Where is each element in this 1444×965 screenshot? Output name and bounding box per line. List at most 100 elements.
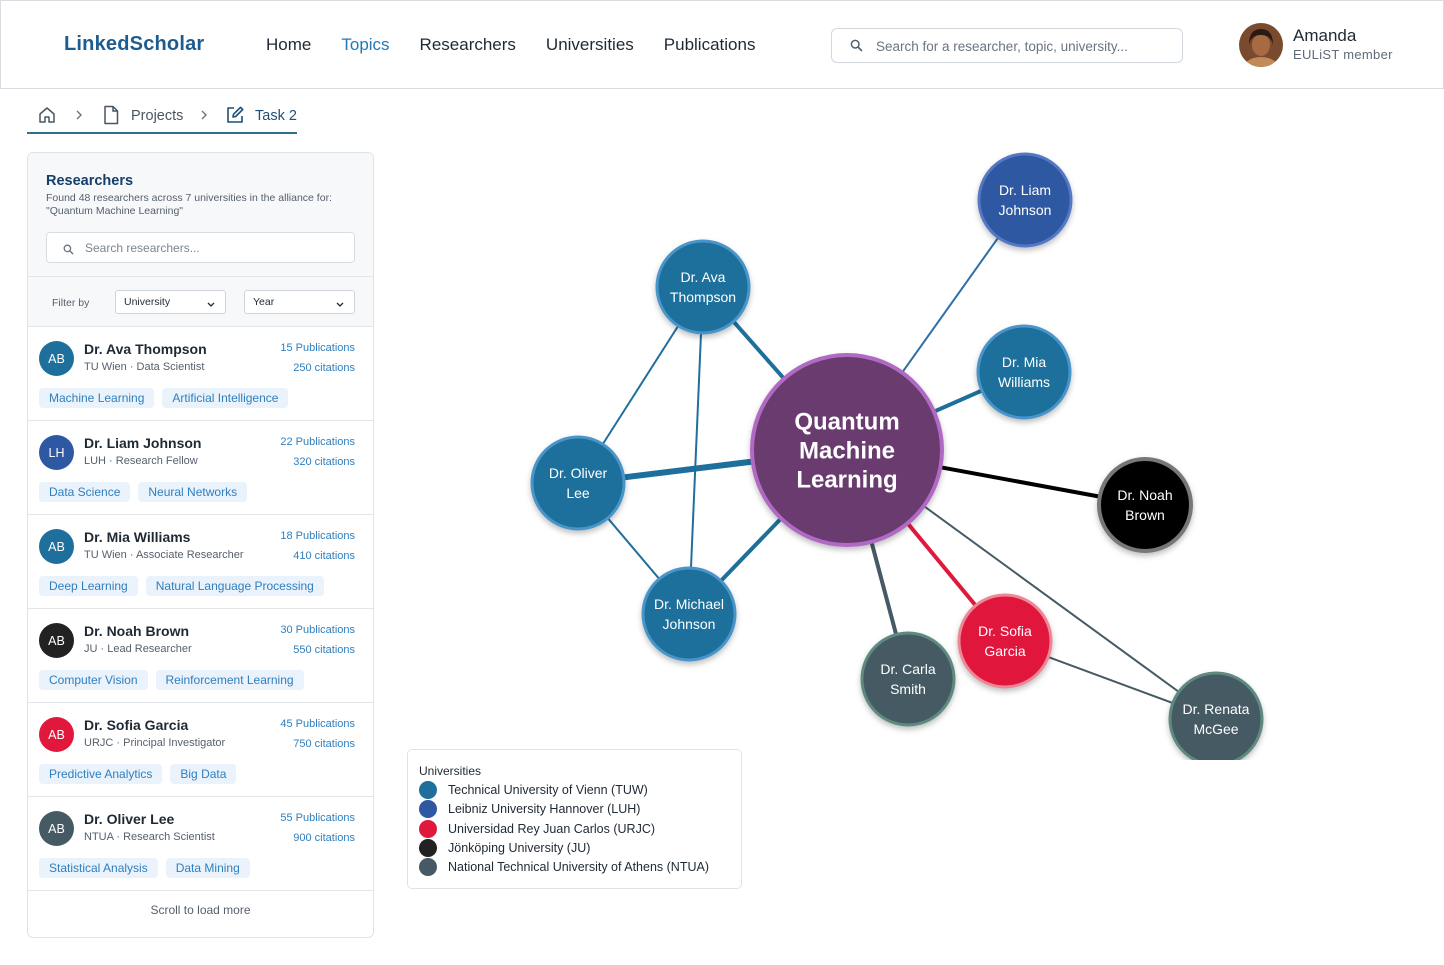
researcher-name[interactable]: Dr. Mia Williams [84, 529, 190, 545]
tag-list: Machine Learning Artificial Intelligence [39, 388, 289, 408]
university-select[interactable]: University [115, 290, 226, 314]
legend-item: Technical University of Vienn (TUW) [419, 781, 648, 799]
list-item[interactable]: AB Dr. Ava Thompson TU Wien · Data Scien… [28, 327, 373, 421]
topic-tag[interactable]: Neural Networks [138, 482, 248, 502]
topic-tag[interactable]: Data Science [39, 482, 131, 502]
node-label: Dr. Ava [681, 269, 726, 285]
citations-count[interactable]: 250 citations [293, 362, 355, 374]
global-search[interactable] [831, 28, 1183, 63]
researcher-node-renata[interactable]: Dr. Renata McGee [1168, 671, 1264, 760]
publications-count[interactable]: 45 Publications [280, 718, 355, 730]
researcher-node-noah[interactable]: Dr. Noah Brown [1097, 457, 1193, 553]
researcher-name[interactable]: Dr. Noah Brown [84, 623, 189, 639]
year-select[interactable]: Year [244, 290, 355, 314]
citations-count[interactable]: 410 citations [293, 550, 355, 562]
university-select-value: University [124, 296, 171, 308]
list-item[interactable]: AB Dr. Noah Brown JU · Lead Researcher 3… [28, 609, 373, 703]
topic-tag[interactable]: Statistical Analysis [39, 858, 158, 878]
node-circle [957, 593, 1053, 689]
legend-label: Leibniz University Hannover (LUH) [448, 802, 641, 816]
citations-count[interactable]: 550 citations [293, 644, 355, 656]
chevron-down-icon [207, 299, 215, 311]
search-icon [63, 242, 74, 260]
citations-count[interactable]: 900 citations [293, 832, 355, 844]
filter-label: Filter by [52, 297, 90, 309]
topic-tag[interactable]: Computer Vision [39, 670, 148, 690]
node-circle [641, 566, 737, 662]
researcher-node-oliver[interactable]: Dr. Oliver Lee [530, 435, 626, 531]
citations-count[interactable]: 750 citations [293, 738, 355, 750]
publications-count[interactable]: 22 Publications [280, 436, 355, 448]
app-logo[interactable]: LinkedScholar [64, 33, 204, 56]
nav-home[interactable]: Home [266, 35, 311, 55]
nav-publications[interactable]: Publications [664, 35, 756, 55]
node-label: Quantum [794, 408, 899, 435]
user-avatar[interactable] [1239, 23, 1283, 67]
breadcrumb-projects[interactable]: Projects [131, 108, 183, 124]
list-item[interactable]: AB Dr. Mia Williams TU Wien · Associate … [28, 515, 373, 609]
researcher-name[interactable]: Dr. Sofia Garcia [84, 717, 188, 733]
publications-count[interactable]: 18 Publications [280, 530, 355, 542]
researcher-node-michael[interactable]: Dr. Michael Johnson [641, 566, 737, 662]
publications-count[interactable]: 15 Publications [280, 342, 355, 354]
breadcrumb: Projects Task 2 [27, 100, 297, 134]
node-label: Dr. Renata [1183, 701, 1250, 717]
avatar: AB [39, 623, 74, 658]
topic-tag[interactable]: Artificial Intelligence [162, 388, 289, 408]
node-label: Johnson [999, 202, 1052, 218]
researcher-name[interactable]: Dr. Liam Johnson [84, 435, 201, 451]
global-search-input[interactable] [876, 36, 1171, 56]
node-label: Smith [890, 681, 926, 697]
tag-list: Computer Vision Reinforcement Learning [39, 670, 304, 690]
tag-list: Deep Learning Natural Language Processin… [39, 576, 324, 596]
nav-researchers[interactable]: Researchers [420, 35, 516, 55]
home-icon[interactable] [37, 105, 57, 130]
researcher-search[interactable] [46, 232, 355, 263]
university-legend: Universities Technical University of Vie… [407, 749, 742, 889]
topic-tag[interactable]: Predictive Analytics [39, 764, 163, 784]
researcher-node-sofia[interactable]: Dr. Sofia Garcia [957, 593, 1053, 689]
top-header: LinkedScholar Home Topics Researchers Un… [0, 0, 1444, 89]
legend-item: Jönköping University (JU) [419, 839, 590, 857]
node-circle [977, 152, 1073, 248]
topic-tag[interactable]: Data Mining [165, 858, 250, 878]
researcher-affiliation: NTUA · Research Scientist [84, 831, 215, 843]
legend-color-swatch [419, 858, 437, 876]
legend-label: Jönköping University (JU) [448, 841, 591, 855]
legend-item: National Technical University of Athens … [419, 858, 709, 876]
breadcrumb-task[interactable]: Task 2 [255, 108, 297, 124]
legend-color-swatch [419, 781, 437, 799]
topic-tag[interactable]: Big Data [170, 764, 237, 784]
publications-count[interactable]: 55 Publications [280, 812, 355, 824]
list-item[interactable]: LH Dr. Liam Johnson LUH · Research Fello… [28, 421, 373, 515]
list-item[interactable]: AB Dr. Sofia Garcia URJC · Principal Inv… [28, 703, 373, 797]
topic-tag[interactable]: Deep Learning [39, 576, 138, 596]
researcher-node-ava[interactable]: Dr. Ava Thompson [655, 239, 751, 335]
node-label: Dr. Oliver [549, 465, 608, 481]
topic-network-graph[interactable]: Dr. Ava Thompson Dr. Liam Johnson Dr. Mia Wil… [390, 140, 1430, 760]
nav-universities[interactable]: Universities [546, 35, 634, 55]
researcher-affiliation: LUH · Research Fellow [84, 455, 198, 467]
topic-tag[interactable]: Reinforcement Learning [155, 670, 304, 690]
legend-item: Leibniz University Hannover (LUH) [419, 800, 640, 818]
researcher-search-input[interactable] [85, 239, 345, 257]
researcher-node-carla[interactable]: Dr. Carla Smith [860, 631, 956, 727]
load-more-hint[interactable]: Scroll to load more [28, 903, 373, 917]
researcher-name[interactable]: Dr. Oliver Lee [84, 811, 174, 827]
nav-topics[interactable]: Topics [341, 35, 389, 55]
researcher-name[interactable]: Dr. Ava Thompson [84, 341, 207, 357]
panel-title: Researchers [46, 173, 134, 189]
publications-count[interactable]: 30 Publications [280, 624, 355, 636]
citations-count[interactable]: 320 citations [293, 456, 355, 468]
list-item[interactable]: AB Dr. Oliver Lee NTUA · Research Scient… [28, 797, 373, 891]
legend-title: Universities [419, 764, 482, 778]
researcher-node-liam[interactable]: Dr. Liam Johnson [977, 152, 1073, 248]
topic-tag[interactable]: Natural Language Processing [145, 576, 324, 596]
node-label: Dr. Sofia [978, 623, 1032, 639]
node-label: Lee [566, 485, 590, 501]
topic-node[interactable]: QuantumMachineLearning [750, 353, 944, 547]
topic-tag[interactable]: Machine Learning [39, 388, 155, 408]
researcher-node-mia[interactable]: Dr. Mia Williams [976, 324, 1072, 420]
legend-item: Universidad Rey Juan Carlos (URJC) [419, 820, 655, 838]
graph-nodes: Dr. Ava Thompson Dr. Liam Johnson Dr. Mia Wil… [530, 152, 1264, 760]
